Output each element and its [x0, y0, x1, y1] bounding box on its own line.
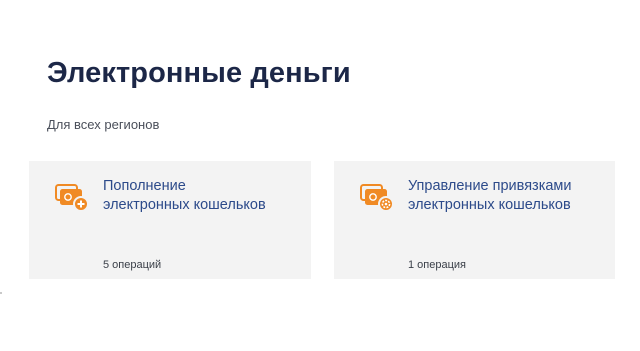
card-title-line: Управление привязками: [408, 178, 572, 194]
operations-count: 5 операций: [103, 259, 162, 271]
page-title: Электронные деньги: [47, 57, 351, 89]
card-title[interactable]: Пополнение электронных кошельков: [103, 177, 303, 215]
page: Электронные деньги Для всех регионов Поп…: [0, 0, 640, 351]
service-card-manage-links[interactable]: Управление привязками электронных кошель…: [334, 161, 615, 279]
edge-divider: [0, 292, 2, 294]
card-title[interactable]: Управление привязками электронных кошель…: [408, 177, 608, 215]
card-title-line: электронных кошельков: [408, 197, 571, 213]
card-title-line: Пополнение: [103, 178, 186, 194]
card-title-line: электронных кошельков: [103, 197, 266, 213]
operations-count: 1 операция: [408, 259, 467, 271]
wallet-add-icon: [55, 182, 89, 212]
page-subtitle: Для всех регионов: [47, 117, 160, 132]
service-card-topup[interactable]: Пополнение электронных кошельков 5 опера…: [29, 161, 311, 279]
wallet-settings-icon: [360, 182, 394, 212]
